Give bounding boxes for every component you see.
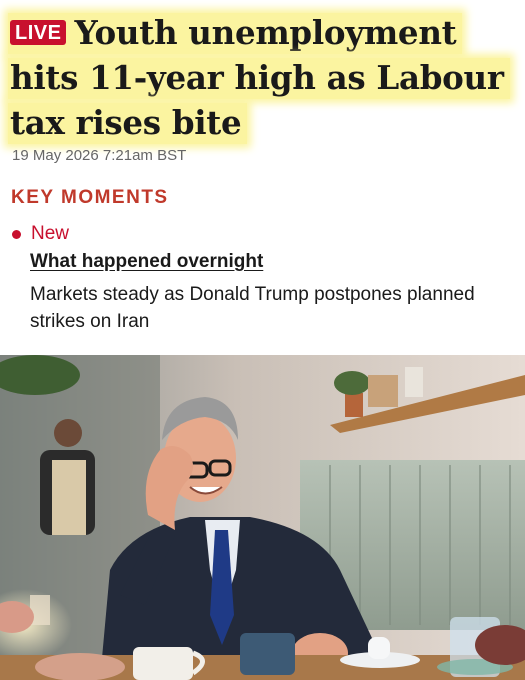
key-moment-link[interactable]: What happened overnight	[30, 251, 263, 273]
headline-text: Youth unemployment hits 11-year high as …	[10, 13, 504, 142]
headline-block: LIVE Youth unemployment hits 11-year high…	[8, 10, 513, 145]
article-timestamp: 19 May 2026 7:21am BST	[12, 147, 187, 164]
key-moments-heading: KEY MOMENTS	[11, 187, 169, 208]
key-moment-summary: Markets steady as Donald Trump postpones…	[30, 284, 475, 332]
article-headline: LIVE Youth unemployment hits 11-year high…	[8, 10, 513, 145]
new-label: New	[31, 223, 70, 244]
article-photo	[0, 355, 525, 680]
new-badge: New	[11, 223, 69, 245]
new-dot-icon	[12, 229, 21, 239]
live-badge: LIVE	[10, 20, 67, 45]
